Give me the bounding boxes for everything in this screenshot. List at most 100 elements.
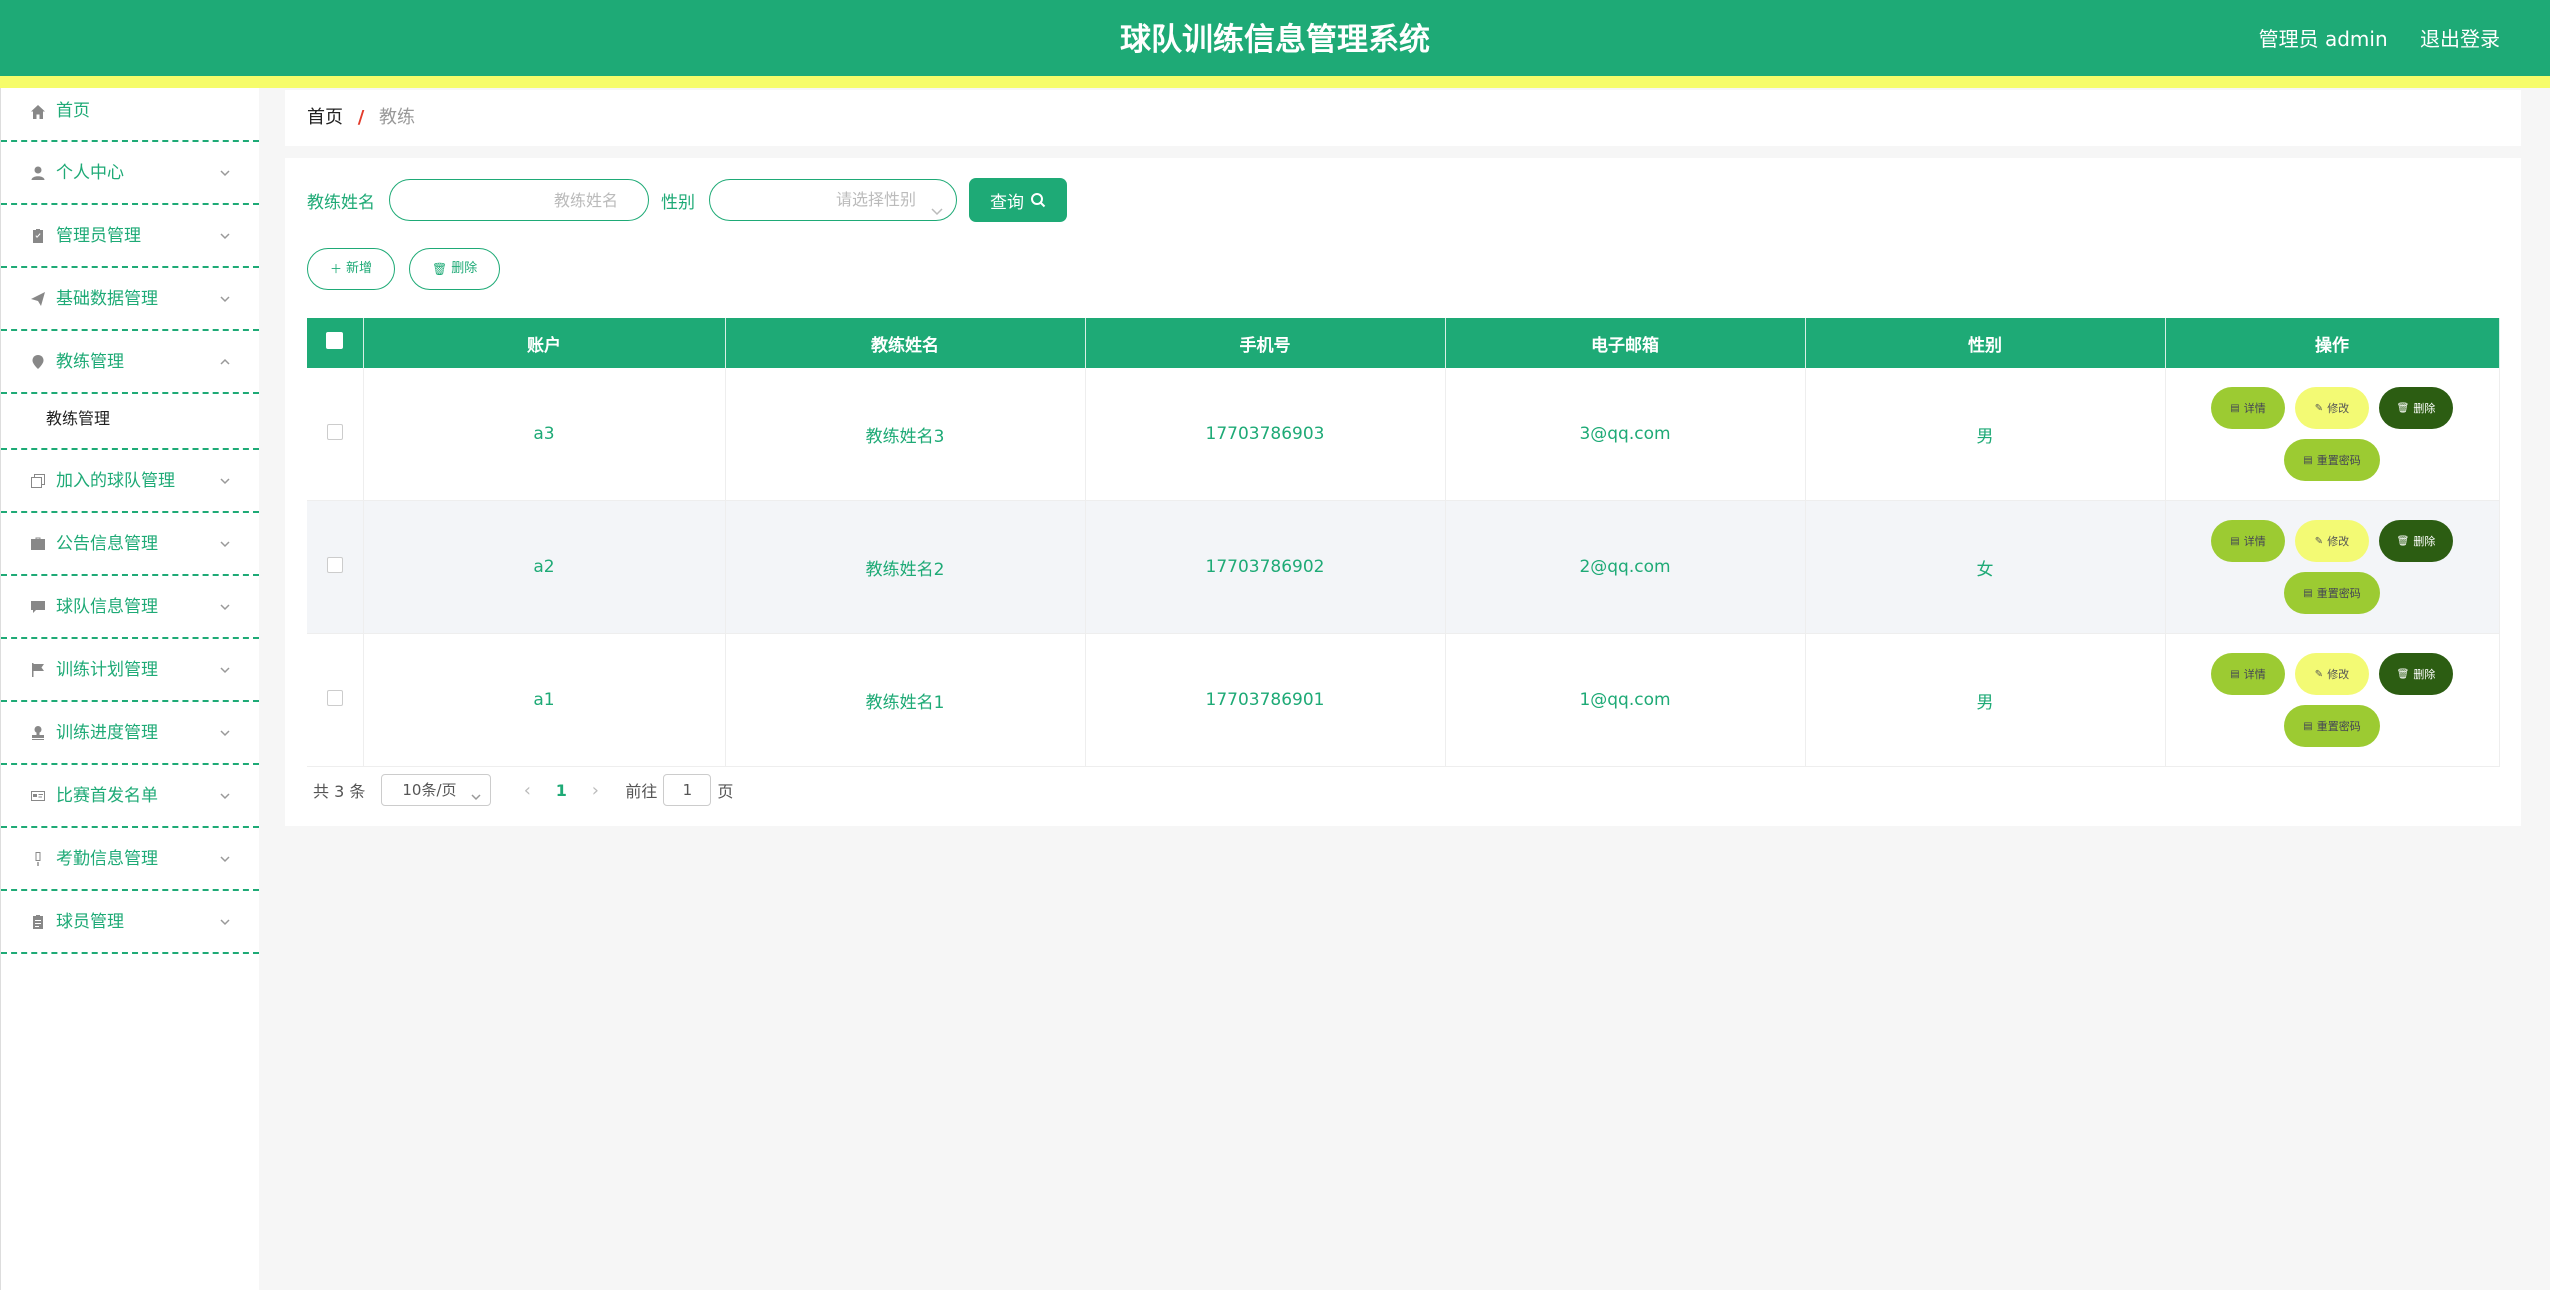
detail-button[interactable]: ▤ 详情 <box>2211 387 2285 429</box>
sidebar-item-admin-management[interactable]: 管理员管理 <box>1 205 259 268</box>
row-checkbox[interactable] <box>326 423 343 440</box>
sidebar-item-joined-team[interactable]: 加入的球队管理 <box>1 450 259 513</box>
page-size-value: 10条/页 <box>402 781 457 799</box>
sidebar-item-training-plan[interactable]: 训练计划管理 <box>1 639 259 702</box>
pencil-icon: ✎ <box>2314 668 2324 680</box>
reset-password-button[interactable]: ▤ 重置密码 <box>2284 439 2380 481</box>
edit-button-label: 修改 <box>2327 535 2350 548</box>
cell-email: 1@qq.com <box>1445 633 1806 767</box>
breadcrumb-home[interactable]: 首页 <box>307 107 343 128</box>
sidebar-item-player-management[interactable]: 球员管理 <box>1 891 259 954</box>
briefcase-icon <box>29 535 47 553</box>
chevron-down-icon <box>219 598 233 612</box>
row-checkbox[interactable] <box>326 556 343 573</box>
breadcrumb-separator: / <box>357 107 365 128</box>
reset-password-button[interactable]: ▤ 重置密码 <box>2284 572 2380 614</box>
select-all-checkbox[interactable] <box>326 332 344 349</box>
flag-icon <box>29 661 47 679</box>
sidebar-item-training-progress[interactable]: 训练进度管理 <box>1 702 259 765</box>
sidebar-subitem-coach-management[interactable]: 教练管理 <box>1 394 259 450</box>
pencil-icon: ✎ <box>2314 535 2324 547</box>
trash-icon: 🗑 <box>2396 535 2410 547</box>
sidebar-item-notice[interactable]: 公告信息管理 <box>1 513 259 576</box>
gender-select[interactable]: 请选择性别 <box>709 179 957 221</box>
sidebar-item-base-data[interactable]: 基础数据管理 <box>1 268 259 331</box>
sidebar-item-attendance[interactable]: 考勤信息管理 <box>1 828 259 891</box>
table-row: a3 教练姓名3 17703786903 3@qq.com 男 ▤ 详情 ✎ 修改 … <box>307 368 2500 501</box>
row-delete-button[interactable]: 🗑 删除 <box>2379 520 2453 562</box>
total-count: 共 3 条 <box>313 782 366 801</box>
row-checkbox[interactable] <box>326 689 343 706</box>
sidebar-item-label: 训练进度管理 <box>56 723 158 743</box>
breadcrumb-panel: 首页 / 教练 <box>285 90 2521 146</box>
add-button[interactable]: ＋ 新增 <box>307 248 396 290</box>
table-header-row: 账户 教练姓名 手机号 电子邮箱 性别 操作 <box>307 318 2500 368</box>
chevron-down-icon <box>219 290 233 304</box>
cell-phone: 17703786903 <box>1085 368 1446 501</box>
chevron-down-icon <box>219 164 233 178</box>
chevron-down-icon <box>219 724 233 738</box>
query-button[interactable]: 查询 <box>969 178 1067 222</box>
document-icon: ▤ <box>2303 720 2313 732</box>
row-delete-button-label: 删除 <box>2413 535 2436 548</box>
column-header-coach-name[interactable]: 教练姓名 <box>725 318 1086 368</box>
reset-password-button[interactable]: ▤ 重置密码 <box>2284 705 2380 747</box>
edit-button[interactable]: ✎ 修改 <box>2295 520 2369 562</box>
edit-button-label: 修改 <box>2327 402 2350 415</box>
row-delete-button[interactable]: 🗑 删除 <box>2379 387 2453 429</box>
goto-page-input[interactable] <box>663 774 712 806</box>
sidebar-item-starting-lineup[interactable]: 比赛首发名单 <box>1 765 259 828</box>
edit-button[interactable]: ✎ 修改 <box>2295 653 2369 695</box>
prev-page-button[interactable]: ‹ <box>513 780 541 801</box>
sidebar-item-coach-management[interactable]: 教练管理 <box>1 331 259 394</box>
chevron-up-icon <box>219 353 233 367</box>
cell-account: a2 <box>363 500 726 634</box>
chevron-down-icon <box>219 661 233 675</box>
coach-name-input[interactable] <box>389 179 649 221</box>
sidebar-item-team-info[interactable]: 球队信息管理 <box>1 576 259 639</box>
add-button-label: 新增 <box>346 261 373 276</box>
row-delete-button[interactable]: 🗑 删除 <box>2379 653 2453 695</box>
reset-password-button-label: 重置密码 <box>2316 720 2361 733</box>
detail-button[interactable]: ▤ 详情 <box>2211 653 2285 695</box>
column-header-email[interactable]: 电子邮箱 <box>1445 318 1806 368</box>
detail-button[interactable]: ▤ 详情 <box>2211 520 2285 562</box>
chevron-down-icon <box>930 193 944 216</box>
pencil-icon: ✎ <box>2314 402 2324 414</box>
document-icon: ▤ <box>2230 535 2240 547</box>
sidebar-item-home[interactable]: 首页 <box>1 88 259 142</box>
sidebar-item-label: 加入的球队管理 <box>56 471 175 491</box>
page-number[interactable]: 1 <box>541 781 581 800</box>
sidebar-item-personal-center[interactable]: 个人中心 <box>1 142 259 205</box>
column-header-account[interactable]: 账户 <box>363 318 726 368</box>
edit-button[interactable]: ✎ 修改 <box>2295 387 2369 429</box>
logout-link[interactable]: 退出登录 <box>2420 27 2500 51</box>
reset-password-button-label: 重置密码 <box>2316 454 2361 467</box>
next-page-button[interactable]: › <box>581 780 609 801</box>
cell-gender: 男 <box>1805 368 2166 501</box>
stamp-icon <box>29 724 47 742</box>
select-all-cell <box>307 318 364 368</box>
main-panel: 教练姓名 性别 请选择性别 查询 ＋ 新增 🗑 删除 <box>285 158 2521 826</box>
row-delete-button-label: 删除 <box>2413 668 2436 681</box>
search-bar: 教练姓名 性别 请选择性别 查询 <box>307 178 1067 222</box>
page-size-select[interactable]: 10条/页 <box>381 774 492 806</box>
trash-icon: 🗑 <box>2396 668 2410 680</box>
chevron-down-icon <box>470 783 482 813</box>
header-user-area: 管理员 admin 退出登录 <box>2233 0 2500 76</box>
table-row: a2 教练姓名2 17703786902 2@qq.com 女 ▤ 详情 ✎ 修改 … <box>307 500 2500 634</box>
cell-account: a1 <box>363 633 726 767</box>
search-icon <box>1031 193 1046 208</box>
trash-icon: 🗑 <box>432 262 448 276</box>
sidebar-item-label: 公告信息管理 <box>56 534 158 554</box>
clipboard-icon <box>29 227 47 245</box>
chevron-down-icon <box>219 472 233 486</box>
column-header-operations: 操作 <box>2165 318 2500 368</box>
detail-button-label: 详情 <box>2243 668 2266 681</box>
column-header-phone[interactable]: 手机号 <box>1085 318 1446 368</box>
cell-email: 2@qq.com <box>1445 500 1806 634</box>
column-header-gender[interactable]: 性别 <box>1805 318 2166 368</box>
mic-icon <box>29 850 47 868</box>
delete-button[interactable]: 🗑 删除 <box>409 248 501 290</box>
page-suffix-label: 页 <box>717 782 734 801</box>
